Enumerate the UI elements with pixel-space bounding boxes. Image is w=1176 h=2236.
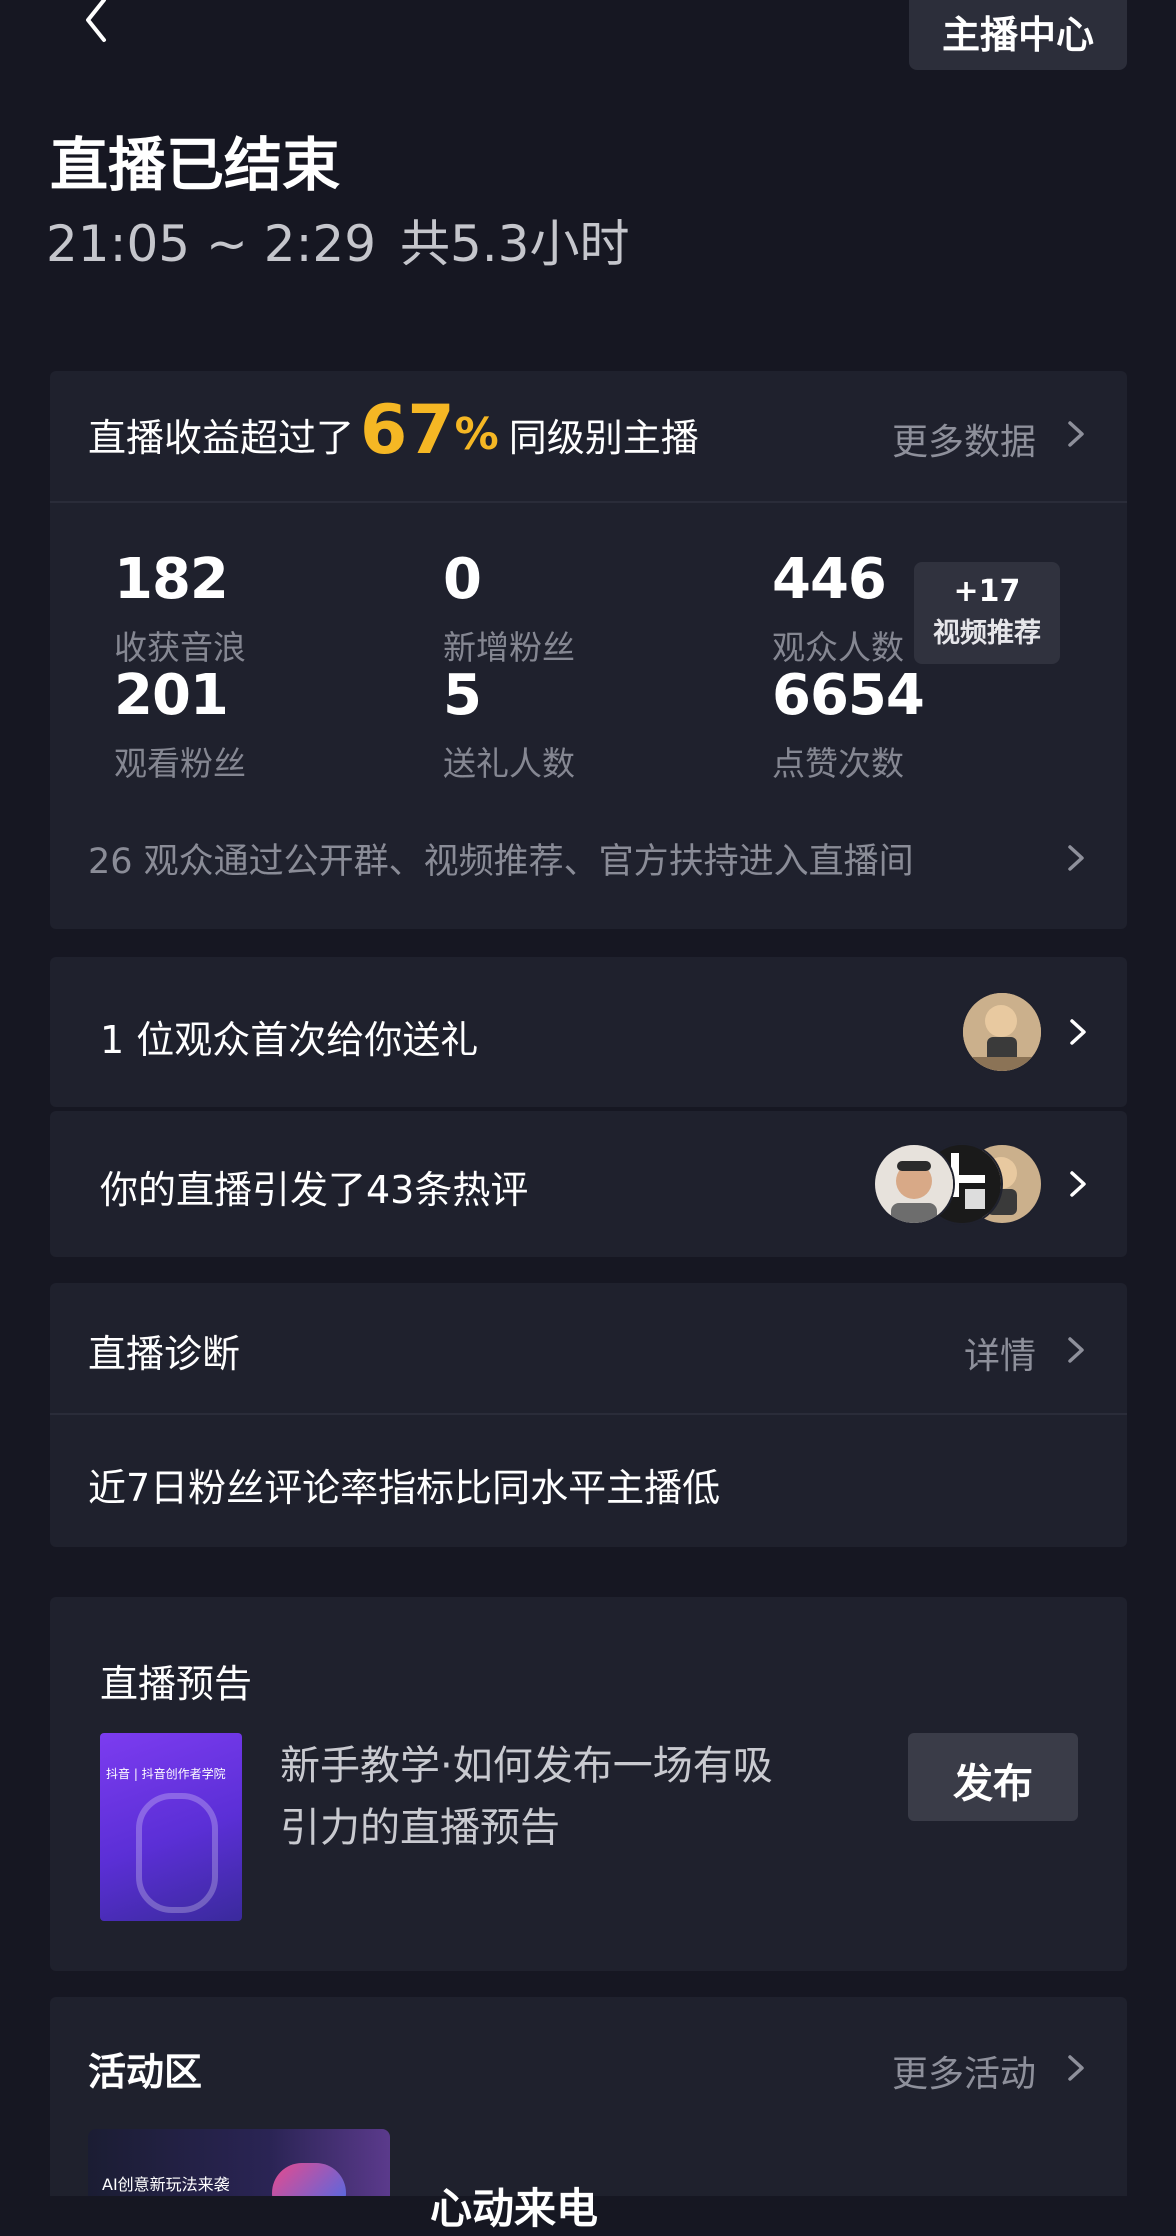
large-digit-graphic — [136, 1793, 218, 1913]
publish-button[interactable]: 发布 — [908, 1733, 1078, 1821]
revenue-summary: 直播收益超过了 67 % 同级别主播 — [88, 390, 699, 470]
diagnosis-card: 直播诊断 详情 近7日粉丝评论率指标比同水平主播低 — [50, 1283, 1127, 1547]
stat-value: 446 — [772, 547, 887, 612]
more-data-link[interactable]: 更多数据 — [892, 407, 1102, 463]
preview-thumbnail[interactable]: 抖音 | 抖音创作者学院 — [100, 1733, 242, 1921]
activity-thumbnail[interactable]: AI创意新玩法来袭 — [88, 2129, 390, 2196]
stat-label: 收获音浪 — [114, 628, 246, 667]
stat-label: 点赞次数 — [772, 744, 904, 783]
time-range: 21:05 ~ 2:29 — [46, 215, 377, 273]
revenue-percent: 67 — [360, 390, 455, 470]
hot-comments-row[interactable]: 你的直播引发了43条热评 — [50, 1111, 1127, 1257]
chevron-right-icon — [1058, 1333, 1092, 1367]
back-button[interactable] — [78, 0, 118, 44]
stat-label: 新增粉丝 — [443, 628, 575, 667]
stat-value: 0 — [443, 547, 482, 612]
diagnosis-detail-link[interactable]: 详情 — [964, 1323, 1114, 1379]
stat-label: 观看粉丝 — [114, 744, 246, 783]
heart-graphic — [272, 2163, 346, 2196]
avatar — [873, 1143, 955, 1225]
stat-value: 201 — [114, 663, 229, 728]
chevron-left-icon — [86, 0, 106, 42]
duration: 共5.3小时 — [399, 215, 630, 273]
divider — [50, 1413, 1127, 1415]
chevron-right-icon — [1058, 2051, 1092, 2085]
diagnosis-message: 近7日粉丝评论率指标比同水平主播低 — [88, 1466, 721, 1510]
anchor-center-button[interactable]: 主播中心 — [909, 0, 1127, 70]
live-preview-card: 直播预告 抖音 | 抖音创作者学院 新手教学·如何发布一场有吸 引力的直播预告 … — [50, 1597, 1127, 1971]
page-title: 直播已结束 — [50, 131, 341, 199]
stat-value: 5 — [443, 663, 482, 728]
stat-value: 6654 — [772, 663, 925, 728]
activities-title: 活动区 — [88, 2050, 203, 2094]
diagnosis-title: 直播诊断 — [88, 1332, 241, 1376]
more-activities-link[interactable]: 更多活动 — [892, 2041, 1112, 2097]
first-gift-row[interactable]: 1 位观众首次给你送礼 — [50, 957, 1127, 1107]
divider — [50, 501, 1127, 503]
preview-description[interactable]: 新手教学·如何发布一场有吸 引力的直播预告 — [280, 1735, 773, 1859]
traffic-source-link[interactable]: 26 观众通过公开群、视频推荐、官方扶持进入直播间 — [50, 823, 1127, 893]
stat-value: 182 — [114, 547, 229, 612]
preview-title: 直播预告 — [100, 1662, 253, 1706]
stream-time: 21:05 ~ 2:29 共5.3小时 — [46, 204, 630, 276]
stat-label: 送礼人数 — [443, 744, 575, 783]
chevron-right-icon — [1060, 1015, 1094, 1049]
stats-card: 直播收益超过了 67 % 同级别主播 更多数据 182 收获音浪 0 新增粉丝 … — [50, 371, 1127, 929]
activity-title[interactable]: 心动来电 — [430, 2175, 598, 2236]
chevron-right-icon — [1058, 417, 1092, 451]
stat-label: 观众人数 — [772, 628, 904, 667]
activities-card: 活动区 更多活动 AI创意新玩法来袭 心动来电 — [50, 1997, 1127, 2233]
video-recommend-badge[interactable]: +17 视频推荐 — [914, 562, 1060, 664]
chevron-right-icon — [1058, 841, 1092, 875]
chevron-right-icon — [1060, 1167, 1094, 1201]
avatar — [961, 991, 1043, 1073]
